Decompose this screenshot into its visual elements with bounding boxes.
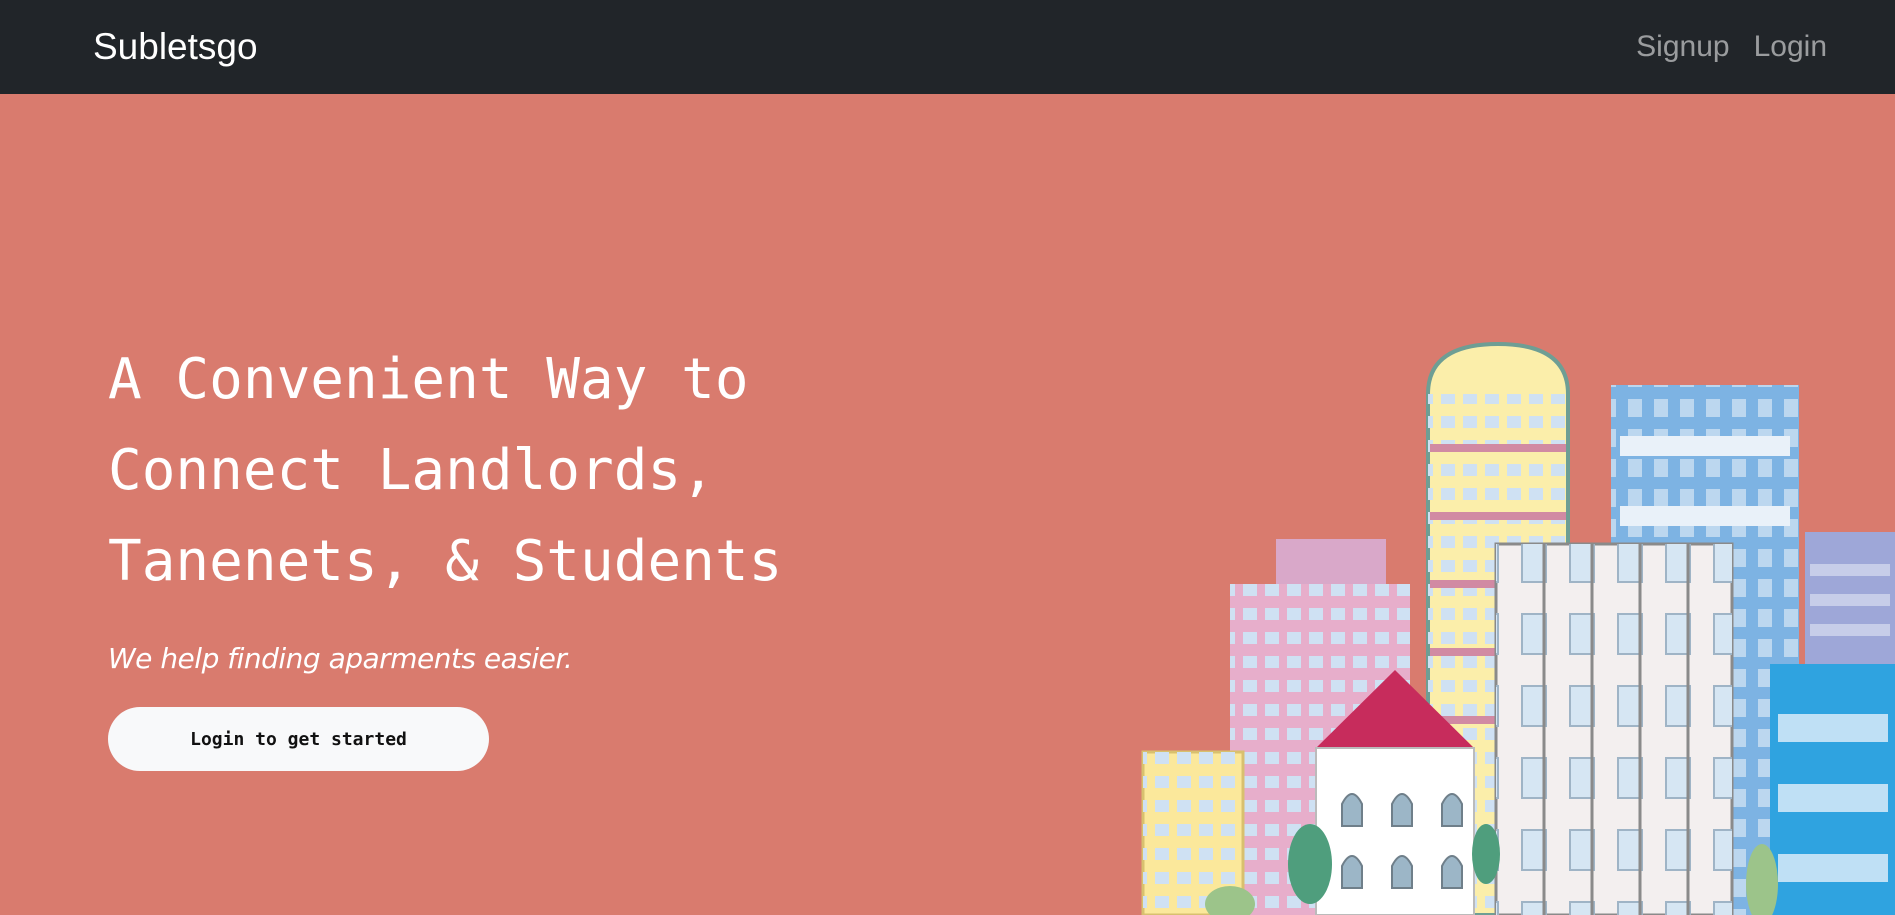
signup-link[interactable]: Signup <box>1636 22 1729 72</box>
hero-title: A Convenient Way to Connect Landlords, T… <box>108 334 828 607</box>
hero-title-line: A Convenient Way to <box>108 347 749 412</box>
navbar: Subletsgo Signup Login <box>0 0 1895 94</box>
login-link[interactable]: Login <box>1754 22 1827 72</box>
nav-links: Signup Login <box>1636 22 1827 72</box>
hero-title-line: Connect Landlords, <box>108 438 715 503</box>
login-to-get-started-button[interactable]: Login to get started <box>108 707 489 771</box>
hero-section: A Convenient Way to Connect Landlords, T… <box>0 94 1895 915</box>
hero-subtitle: We help finding aparments easier. <box>108 642 573 675</box>
brand-logo[interactable]: Subletsgo <box>93 22 258 72</box>
hero-title-line: Tanenets, & Students <box>108 529 783 594</box>
city-buildings-illustration <box>1141 341 1895 915</box>
